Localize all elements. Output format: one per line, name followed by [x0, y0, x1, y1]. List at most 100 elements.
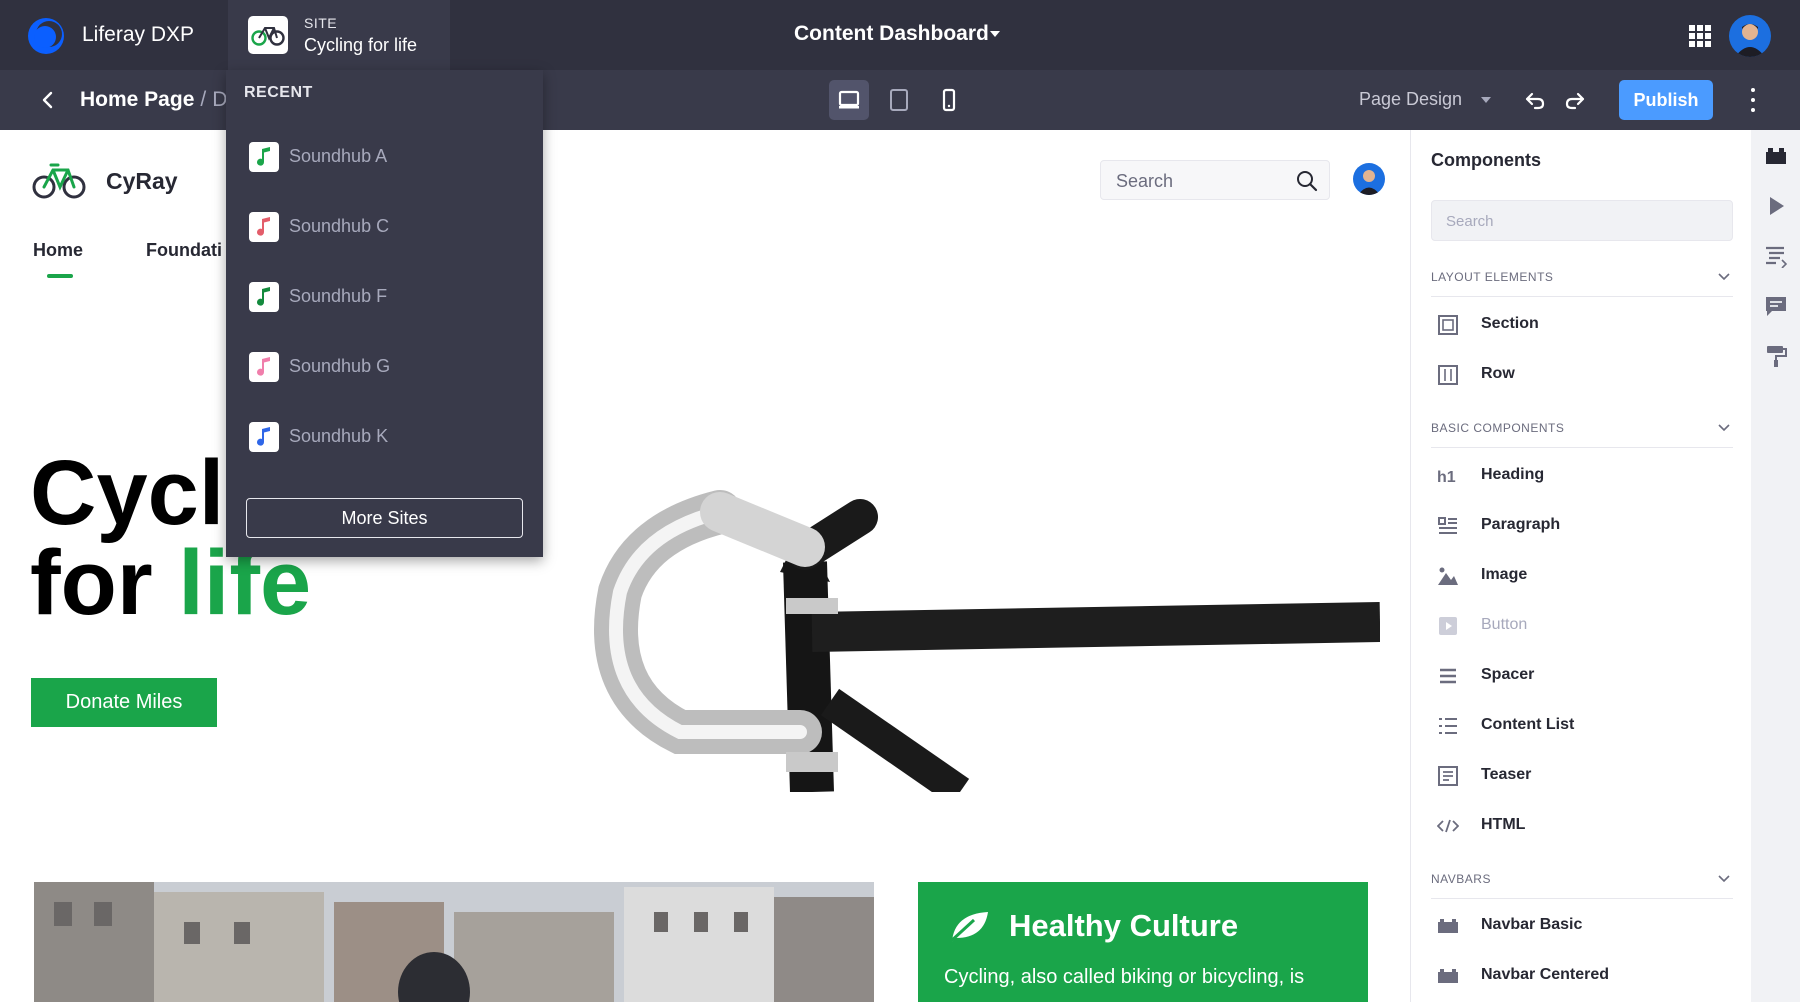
tablet-view-button[interactable]	[879, 80, 919, 120]
site-search-placeholder: Search	[1116, 171, 1174, 191]
component-label: Spacer	[1481, 666, 1535, 683]
search-icon[interactable]	[1295, 169, 1319, 193]
paint-roller-icon[interactable]	[1764, 344, 1788, 368]
site-user-avatar[interactable]	[1353, 163, 1385, 195]
nav-home-link[interactable]: Home	[33, 240, 83, 261]
recent-sites-dropdown: RECENT Soundhub A Soundhub C Soundhub F …	[226, 70, 543, 557]
browser-cursor-icon[interactable]	[1764, 194, 1788, 218]
component-label: HTML	[1481, 816, 1526, 833]
component-navbar-centered[interactable]: Navbar Centered	[1437, 961, 1727, 991]
music-note-icon	[257, 217, 270, 236]
components-search-input[interactable]: Search	[1431, 200, 1733, 241]
breadcrumb-separator: /	[200, 88, 207, 111]
section-navbars[interactable]: NAVBARS	[1431, 872, 1733, 899]
recent-site-item[interactable]: Soundhub A	[226, 132, 543, 182]
comments-icon[interactable]	[1764, 294, 1788, 318]
site-search-input[interactable]: Search	[1100, 160, 1330, 200]
section-label: NAVBARS	[1431, 872, 1491, 886]
component-teaser[interactable]: Teaser	[1437, 761, 1727, 791]
recent-site-item[interactable]: Soundhub G	[226, 342, 543, 392]
image-icon	[1438, 567, 1458, 585]
back-chevron-icon[interactable]	[36, 88, 60, 112]
recent-site-label: Soundhub C	[289, 216, 390, 236]
caret-down-icon[interactable]	[1481, 97, 1491, 103]
donate-miles-button[interactable]: Donate Miles	[31, 678, 217, 727]
page-design-select[interactable]: Page Design	[1359, 89, 1462, 110]
nav-active-indicator	[47, 274, 73, 278]
content-list-icon	[1439, 718, 1457, 734]
chevron-down-icon[interactable]	[1717, 872, 1731, 886]
component-label: Heading	[1481, 466, 1545, 483]
navbar-icon	[1438, 969, 1458, 983]
mobile-view-button[interactable]	[929, 80, 969, 120]
user-avatar[interactable]	[1729, 15, 1771, 57]
nav-foundation-link[interactable]: Foundati	[146, 240, 222, 261]
mobile-icon	[942, 88, 956, 112]
component-paragraph[interactable]: Paragraph	[1437, 511, 1727, 541]
row-icon	[1438, 365, 1458, 385]
recent-site-item[interactable]: Soundhub F	[226, 272, 543, 322]
component-image[interactable]: Image	[1437, 561, 1727, 591]
chevron-down-icon[interactable]	[1717, 421, 1731, 435]
component-navbar-basic[interactable]: Navbar Basic	[1437, 911, 1727, 941]
components-icon[interactable]	[1764, 144, 1788, 168]
section-basic-components[interactable]: BASIC COMPONENTS	[1431, 421, 1733, 448]
component-heading[interactable]: h1 Heading	[1437, 461, 1727, 491]
undo-icon[interactable]	[1523, 88, 1547, 112]
section-layout-elements[interactable]: LAYOUT ELEMENTS	[1431, 270, 1733, 297]
desktop-view-button[interactable]	[829, 80, 869, 120]
section-icon	[1438, 315, 1458, 335]
component-section[interactable]: Section	[1437, 310, 1727, 340]
breadcrumb-page[interactable]: Home Page	[80, 88, 194, 111]
section-label: BASIC COMPONENTS	[1431, 421, 1565, 435]
card-title: Healthy Culture	[1009, 908, 1239, 943]
recent-site-item[interactable]: Soundhub C	[226, 202, 543, 252]
paragraph-icon	[1438, 517, 1457, 534]
caret-down-icon[interactable]	[990, 31, 1000, 37]
tablet-icon	[890, 89, 908, 111]
component-label: Content List	[1481, 716, 1575, 733]
component-label: Image	[1481, 566, 1528, 583]
more-sites-button[interactable]: More Sites	[246, 498, 523, 538]
brand-name[interactable]: Liferay DXP	[82, 23, 194, 47]
more-options-icon[interactable]	[1749, 88, 1757, 112]
components-sidebar: Components Search LAYOUT ELEMENTS Sectio…	[1410, 130, 1751, 1002]
bicycle-icon	[251, 27, 285, 46]
recent-site-label: Soundhub G	[289, 356, 391, 376]
page-structure-icon[interactable]	[1764, 244, 1788, 268]
component-label: Button	[1481, 616, 1528, 633]
hero-line-2a: for	[30, 532, 179, 634]
component-button[interactable]: Button	[1437, 611, 1727, 641]
city-street-image	[34, 882, 874, 1002]
leaf-icon	[948, 912, 988, 944]
code-icon	[1437, 819, 1459, 833]
site-selector[interactable]: SITE Cycling for life	[228, 0, 450, 70]
cyray-bicycle-logo-icon[interactable]	[32, 158, 86, 202]
component-html[interactable]: HTML	[1437, 811, 1727, 841]
components-search-placeholder: Search	[1446, 213, 1494, 230]
site-brand-name[interactable]: CyRay	[106, 168, 178, 195]
liferay-logo-icon[interactable]	[26, 16, 66, 56]
component-label: Row	[1481, 365, 1515, 382]
site-thumbnail	[249, 422, 279, 452]
navbar-icon	[1438, 919, 1458, 933]
site-name: Cycling for life	[304, 35, 418, 55]
redo-icon[interactable]	[1563, 88, 1587, 112]
recent-site-item[interactable]: Soundhub K	[226, 412, 543, 462]
component-content-list[interactable]: Content List	[1437, 711, 1727, 741]
component-label: Teaser	[1481, 766, 1532, 783]
content-dashboard-menu[interactable]: Content Dashboard	[794, 22, 989, 46]
spacer-icon	[1440, 668, 1456, 684]
publish-button[interactable]: Publish	[1619, 80, 1713, 120]
user-photo-icon	[1358, 170, 1380, 195]
component-label: Navbar Centered	[1481, 966, 1610, 983]
dropdown-header: RECENT	[244, 84, 313, 101]
music-note-icon	[257, 287, 270, 306]
component-row[interactable]: Row	[1437, 360, 1727, 390]
component-spacer[interactable]: Spacer	[1437, 661, 1727, 691]
site-thumbnail	[249, 212, 279, 242]
chevron-down-icon[interactable]	[1717, 270, 1731, 284]
card-text: Cycling, also called biking or bicycling…	[944, 966, 1305, 988]
section-label: LAYOUT ELEMENTS	[1431, 270, 1554, 284]
apps-grid-icon[interactable]	[1689, 25, 1711, 47]
